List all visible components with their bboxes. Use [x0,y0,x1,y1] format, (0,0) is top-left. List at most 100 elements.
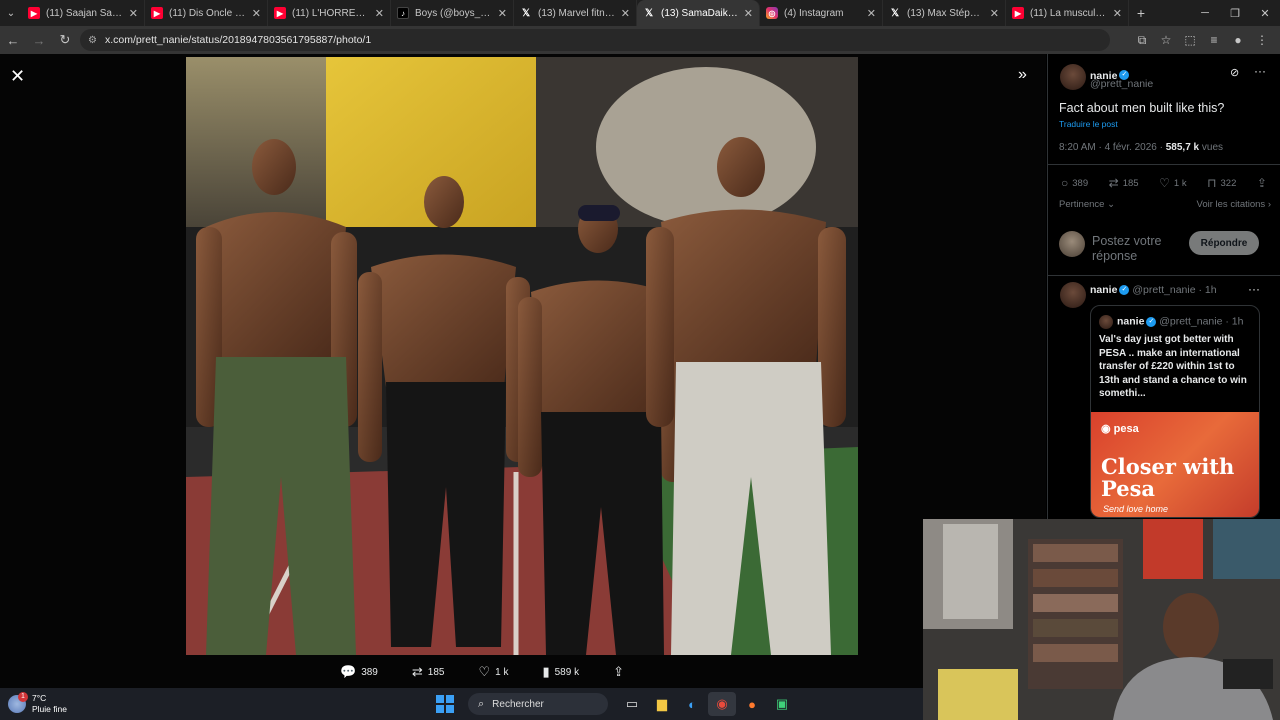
verified-badge-icon: ✓ [1119,285,1130,296]
x-icon: 𝕏 [890,7,900,19]
post-timestamp[interactable]: 8:20 AM · 4 févr. 2026 · [1059,142,1166,153]
browser-toolbar: ← → ↻ ⚙ x.com/prett_nanie/status/2018947… [0,26,1280,54]
media-viewer: ✕ » 💬 389 ⇄ 185 ♡ 1 k ▮ 589 k ⇪ [0,54,1046,688]
bookmark-stat: 322 [1220,177,1237,189]
quoted-author-row: nanie ✓ @prett_nanie · 1h [1099,315,1243,329]
restore-icon[interactable]: ❐ [1220,7,1250,20]
tab-close-icon[interactable]: ✕ [129,7,138,20]
browser-tab[interactable]: ▶ (11) Dis Oncle Obs... ✕ [145,0,268,26]
forward-icon[interactable]: → [26,33,52,48]
tab-close-icon[interactable]: ✕ [867,7,876,20]
browser-tab[interactable]: ▶ (11) Saajan Saajan O ✕ [22,0,145,26]
url-text: x.com/prett_nanie/status/201894780356179… [104,34,372,46]
browser-tab[interactable]: ◎ (4) Instagram ✕ [760,0,883,26]
avatar[interactable] [1060,282,1086,308]
taskbar-apps: ⌕ Rechercher ▭ ▆ ◐ ◉ ● ▣ [436,692,798,716]
taskbar-search[interactable]: ⌕ Rechercher [468,693,608,715]
weather-widget[interactable]: 1 7°C Pluie fine [8,692,67,715]
browser-menu-icon[interactable]: ⋮ [1250,33,1274,47]
quoted-text: Val's day just got better with PESA .. m… [1099,334,1247,399]
window-close-icon[interactable]: ✕ [1250,7,1280,20]
share-stat-button[interactable]: ⇪ [1257,176,1271,190]
tab-close-icon[interactable]: ✕ [252,7,261,20]
reply-stat: 389 [1072,177,1089,189]
tab-search-icon[interactable]: ⌄ [0,0,22,26]
repost-stat-button[interactable]: ⇄ 185 [1109,176,1139,190]
tab-close-icon[interactable]: ✕ [621,7,630,20]
tab-close-icon[interactable]: ✕ [1113,7,1122,20]
avatar[interactable] [1060,64,1086,90]
media-control-icon[interactable]: ≡ [1202,33,1226,47]
tab-close-icon[interactable]: ✕ [990,7,999,20]
reply-composer: Postez votre réponse Répondre [1059,229,1271,263]
temperature: 7°C [32,693,47,703]
ad-image[interactable]: ◉ pesa Closer with Pesa Send love home [1091,412,1259,517]
translate-post-link[interactable]: Traduire le post [1059,119,1118,129]
tab-close-icon[interactable]: ✕ [375,7,384,20]
install-app-icon[interactable]: ⧉ [1130,33,1154,48]
media-views-button[interactable]: ▮ 589 k [542,664,579,680]
x-icon: 𝕏 [644,7,654,19]
back-icon[interactable]: ← [0,33,26,48]
tab-close-icon[interactable]: ✕ [744,7,753,20]
browser-tab[interactable]: ▶ (11) L'HORREUR DE L ✕ [268,0,391,26]
extensions-icon[interactable]: ⬚ [1178,33,1202,47]
reply-icon: 💬 [340,664,357,679]
address-bar[interactable]: ⚙ x.com/prett_nanie/status/2018947803561… [80,29,1110,51]
media-repost-button[interactable]: ⇄ 185 [412,664,445,680]
avatar [1099,315,1113,329]
browser-tab[interactable]: ▶ (11) La musculation ✕ [1006,0,1129,26]
firefox-icon[interactable]: ● [738,692,766,716]
author-handle[interactable]: @prett_nanie [1090,78,1153,90]
browser-tab[interactable]: ♪ Boys (@boys_0062) | ✕ [391,0,514,26]
profile-icon[interactable]: ● [1226,33,1250,47]
bookmark-star-icon[interactable]: ☆ [1154,33,1178,47]
reply-stat-button[interactable]: ○ 389 [1061,176,1088,190]
task-view-icon[interactable]: ▭ [618,692,646,716]
post-photo [186,57,858,655]
browser-tab[interactable]: 𝕏 (13) Marvel fitness re ✕ [514,0,637,26]
app-green-icon[interactable]: ▣ [768,692,796,716]
more-options-icon[interactable]: ··· [1248,282,1260,296]
post-views-count: 585,7 k [1165,142,1200,153]
site-info-icon[interactable]: ⚙ [88,35,97,46]
bookmark-stat-button[interactable]: ⊓ 322 [1207,176,1236,190]
reply-input[interactable]: Postez votre réponse [1092,234,1192,264]
webcam-overlay [923,519,1280,720]
like-stat-button[interactable]: ♡ 1 k [1159,176,1186,190]
tab-title: (11) La musculation [1030,7,1107,19]
media-reply-button[interactable]: 💬 389 [340,664,378,680]
grok-icon[interactable]: ⊘ [1230,66,1239,79]
windows-start-icon[interactable] [436,695,454,713]
expand-sidebar-icon[interactable]: » [1018,66,1027,84]
post-meta: 8:20 AM · 4 févr. 2026 · 585,7 k vues [1059,142,1223,153]
minimize-icon[interactable]: ─ [1190,7,1220,19]
quoted-tweet-card[interactable]: nanie ✓ @prett_nanie · 1h Val's day just … [1090,305,1260,518]
heart-icon: ♡ [1159,176,1170,190]
edge-icon[interactable]: ◐ [678,692,706,716]
view-quotes-link[interactable]: Voir les citations › [1197,199,1271,210]
more-options-icon[interactable]: ··· [1254,64,1266,78]
media-share-button[interactable]: ⇪ [613,664,629,680]
reply-handle-time[interactable]: @prett_nanie · 1h [1132,284,1216,296]
tab-title: (4) Instagram [784,7,844,19]
chrome-icon[interactable]: ◉ [708,692,736,716]
reload-icon[interactable]: ↻ [52,32,78,48]
close-viewer-icon[interactable]: ✕ [10,66,25,87]
weather-badge: 1 [18,692,28,702]
youtube-icon: ▶ [151,7,163,19]
like-stat: 1 k [1173,177,1187,189]
tab-close-icon[interactable]: ✕ [498,7,507,20]
browser-tab[interactable]: 𝕏 (13) Max Stéph sur X ✕ [883,0,1006,26]
avatar [1059,231,1085,257]
media-like-button[interactable]: ♡ 1 k [478,664,508,680]
sort-label: Pertinence [1059,199,1105,210]
browser-tab[interactable]: 𝕏 (13) SamaDaikire sur ✕ [637,0,760,26]
reply-count: 389 [361,666,378,678]
reply-author-name[interactable]: nanie [1090,284,1117,296]
file-explorer-icon[interactable]: ▆ [648,692,676,716]
new-tab-icon[interactable]: + [1129,5,1153,21]
views-chart-icon: ▮ [542,664,550,679]
reply-button[interactable]: Répondre [1189,231,1259,255]
sort-dropdown[interactable]: Pertinence ⌄ [1059,199,1115,210]
